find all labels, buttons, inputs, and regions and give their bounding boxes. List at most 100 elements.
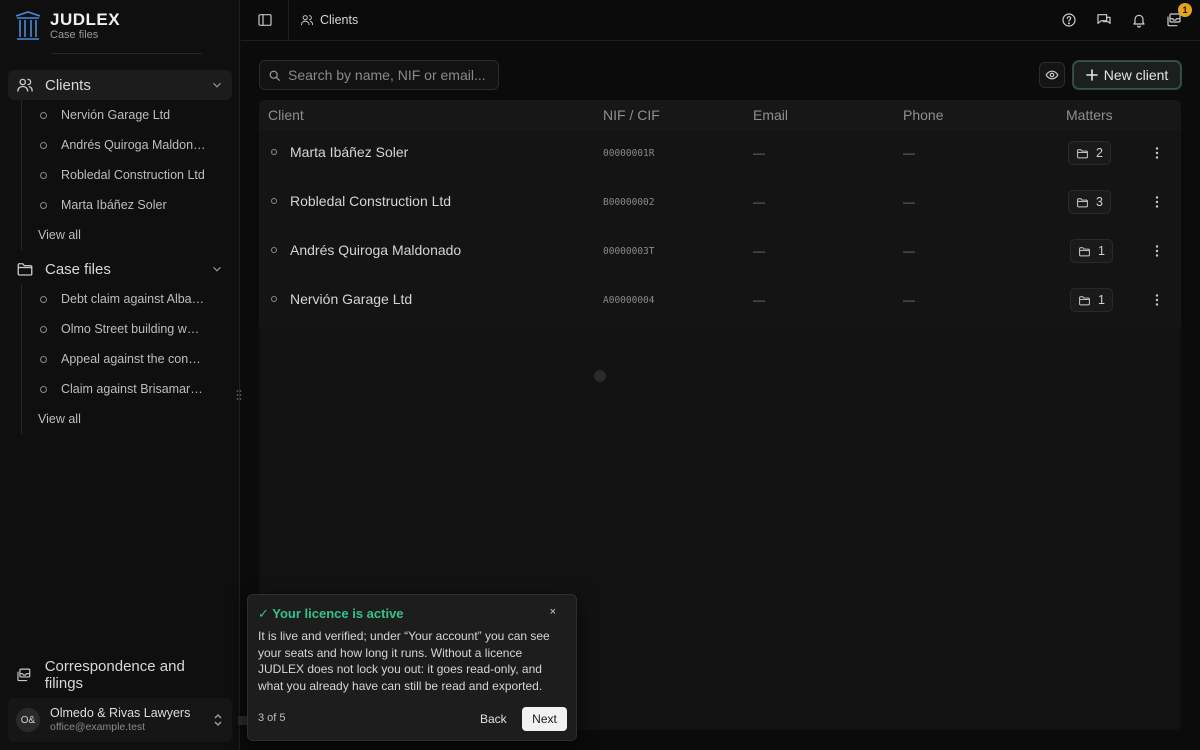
matters-button[interactable]: 1 (1070, 288, 1113, 312)
sidebar-client-label: Marta Ibáñez Soler (61, 198, 167, 212)
folder-icon (1077, 148, 1088, 158)
search-icon (269, 70, 280, 81)
nav-case-files-label: Case files (45, 260, 111, 278)
breadcrumb: Clients (300, 13, 358, 27)
bullet-icon (40, 111, 47, 119)
help-button[interactable] (1057, 8, 1081, 32)
bullet-icon (40, 355, 47, 363)
clients-view-all-link[interactable]: View all (22, 220, 232, 250)
sidebar-client-item[interactable]: Andrés Quiroga Maldonado (22, 130, 232, 160)
sidebar-client-item[interactable]: Marta Ibáñez Soler (22, 190, 232, 220)
clients-sub-list: Nervión Garage Ltd Andrés Quiroga Maldon… (21, 100, 232, 250)
client-name: Robledal Construction Ltd (290, 193, 452, 209)
client-name: Nervión Garage Ltd (290, 291, 413, 307)
nav-correspondence[interactable]: Correspondence and filings (8, 658, 232, 692)
client-cell[interactable]: Andrés Quiroga Maldonado (271, 242, 461, 258)
matters-button[interactable]: 1 (1070, 239, 1113, 263)
more-vertical-icon[interactable] (1153, 244, 1161, 258)
phone-value: — (903, 146, 915, 160)
case-files-view-all-link[interactable]: View all (22, 404, 232, 434)
notifications-button[interactable] (1127, 8, 1151, 32)
column-header-phone[interactable]: Phone (903, 107, 943, 123)
sidebar-client-item[interactable]: Robledal Construction Ltd (22, 160, 232, 190)
nav-correspondence-label: Correspondence and filings (44, 658, 185, 692)
client-cell[interactable]: Nervión Garage Ltd (271, 291, 412, 307)
tour-back-button[interactable]: Back (470, 707, 517, 731)
eye-icon (1045, 70, 1059, 80)
client-cell[interactable]: Robledal Construction Ltd (271, 193, 451, 209)
bullet-icon (271, 296, 277, 302)
pillar-logo-icon (15, 11, 41, 40)
brand-divider (52, 53, 202, 54)
sidebar-client-label: Andrés Quiroga Maldonado (61, 138, 206, 152)
account-switcher[interactable]: O& Olmedo & Rivas Lawyers office@example… (8, 698, 232, 742)
matters-count: 3 (1096, 195, 1103, 209)
column-header-nif[interactable]: NIF / CIF (603, 107, 660, 123)
email-value: — (753, 244, 765, 258)
client-name: Andrés Quiroga Maldonado (290, 242, 462, 258)
client-name: Marta Ibáñez Soler (290, 144, 409, 160)
new-client-button[interactable]: New client (1073, 61, 1181, 89)
sidebar-case-file-label: Appeal against the construction (61, 352, 206, 366)
tour-next-button[interactable]: Next (522, 707, 567, 731)
users-icon (17, 78, 33, 92)
table-row[interactable]: Andrés Quiroga Maldonado 00000003T — — 1 (259, 228, 1181, 277)
email-value: — (753, 146, 765, 160)
messages-button[interactable] (1092, 8, 1116, 32)
matters-count: 1 (1098, 244, 1105, 258)
brand[interactable]: JUDLEX Case files (14, 10, 120, 42)
more-vertical-icon[interactable] (1153, 195, 1161, 209)
chat-bubbles-icon (1097, 14, 1111, 24)
chevron-down-icon[interactable] (210, 262, 224, 276)
nav-case-files-header[interactable]: Case files (8, 254, 232, 284)
table-row[interactable]: Robledal Construction Ltd B00000002 — — … (259, 179, 1181, 228)
client-cell[interactable]: Marta Ibáñez Soler (271, 144, 408, 160)
email-value: — (753, 293, 765, 307)
search-input[interactable] (288, 67, 488, 83)
sidebar-case-file-item[interactable]: Appeal against the construction (22, 344, 232, 374)
bullet-icon (40, 141, 47, 149)
nav-clients-header[interactable]: Clients (8, 70, 232, 100)
phone-value: — (903, 244, 915, 258)
table-row[interactable]: Marta Ibáñez Soler 00000001R — — 2 (259, 130, 1181, 179)
matters-button[interactable]: 2 (1068, 141, 1111, 165)
bullet-icon (40, 325, 47, 333)
tour-pointer (238, 716, 247, 725)
sidebar-case-file-label: Debt claim against Albarracín (61, 292, 206, 306)
brand-subtitle: Case files (50, 29, 99, 41)
sidebar-case-file-item[interactable]: Claim against Brisamar Inc. (22, 374, 232, 404)
matters-count: 2 (1096, 146, 1103, 160)
panel-left-icon (257, 14, 272, 26)
phone-value: — (903, 293, 915, 307)
account-email: office@example.test (50, 721, 146, 733)
sidebar-case-file-label: Claim against Brisamar Inc. (61, 382, 206, 396)
sidebar-case-file-item[interactable]: Olmo Street building works (22, 314, 232, 344)
inbox-button[interactable]: 1 (1162, 3, 1192, 32)
folder-icon (17, 263, 33, 276)
tour-close-button[interactable]: × (550, 606, 556, 618)
nav-group-case-files: Case files Debt claim against Albarracín… (8, 254, 232, 434)
toggle-visibility-button[interactable] (1039, 62, 1065, 88)
tour-step-counter: 3 of 5 (258, 712, 286, 724)
column-header-email[interactable]: Email (753, 107, 788, 123)
folder-icon (1077, 197, 1088, 207)
sidebar-client-label: Robledal Construction Ltd (61, 168, 205, 182)
folder-icon (1079, 246, 1090, 256)
chevron-down-icon[interactable] (210, 78, 224, 92)
table-row[interactable]: Nervión Garage Ltd A00000004 — — 1 (259, 277, 1181, 326)
new-client-label: New client (1103, 67, 1169, 83)
breadcrumb-current[interactable]: Clients (320, 13, 358, 27)
sidebar-toggle-button[interactable] (241, 0, 289, 41)
nif-value: 00000001R (603, 148, 655, 159)
more-vertical-icon[interactable] (1153, 146, 1161, 160)
sidebar-client-item[interactable]: Nervión Garage Ltd (22, 100, 232, 130)
table-header: Client NIF / CIF Email Phone Matters (259, 100, 1181, 130)
matters-button[interactable]: 3 (1068, 190, 1111, 214)
column-header-matters[interactable]: Matters (1066, 107, 1113, 123)
column-header-client[interactable]: Client (268, 107, 304, 123)
sidebar-resize-handle-icon[interactable] (236, 389, 242, 401)
more-vertical-icon[interactable] (1153, 293, 1161, 307)
loading-indicator (594, 370, 606, 382)
sidebar-case-file-item[interactable]: Debt claim against Albarracín (22, 284, 232, 314)
sidebar: JUDLEX Case files Clients Nervión Garage… (0, 0, 240, 750)
